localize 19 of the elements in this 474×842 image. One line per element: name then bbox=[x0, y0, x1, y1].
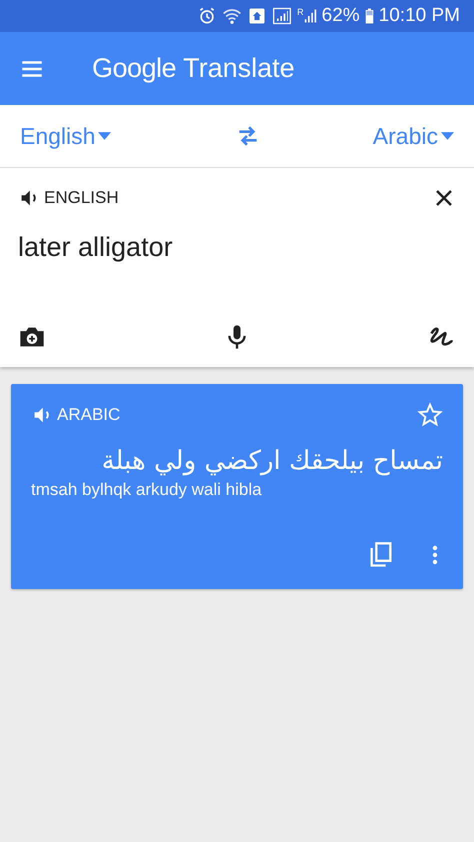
transliteration-text: tmsah bylhqk arkudy wali hibla bbox=[31, 480, 263, 501]
app-title: Google Translate bbox=[92, 53, 295, 84]
battery-icon bbox=[364, 6, 374, 26]
clock-time: 10:10 PM bbox=[378, 5, 460, 27]
home-icon bbox=[247, 6, 268, 26]
translation-text: تمساح بيلحقك اركضي ولي هبلة bbox=[100, 446, 443, 476]
input-text-field[interactable]: later alligator bbox=[18, 232, 456, 323]
language-dropdown[interactable]: Arabic bbox=[372, 122, 454, 150]
caret-icon bbox=[440, 132, 454, 140]
wifi-icon bbox=[222, 6, 242, 26]
more-options-icon[interactable] bbox=[431, 543, 439, 567]
star-icon[interactable] bbox=[417, 402, 443, 428]
caret-icon bbox=[98, 132, 112, 140]
roaming-indicator: R bbox=[297, 7, 304, 17]
signal-icon bbox=[272, 6, 292, 26]
target-language-label: ARABIC bbox=[57, 405, 120, 425]
battery-percent: 62% bbox=[322, 5, 360, 27]
source-language-label: ENGLISH bbox=[44, 188, 119, 208]
language-dropdown[interactable]: English bbox=[20, 122, 112, 150]
